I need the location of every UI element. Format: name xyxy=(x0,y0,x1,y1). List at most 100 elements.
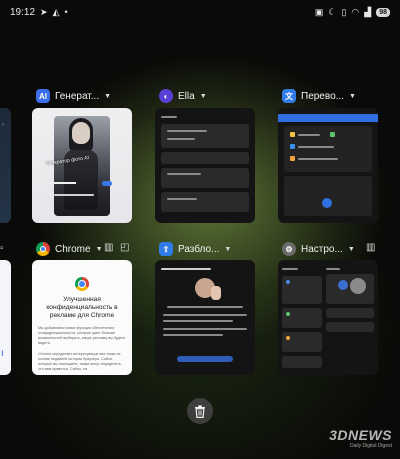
account-avatar xyxy=(338,280,348,290)
app-header-chrome[interactable]: Chrome ▼ xyxy=(36,242,103,256)
unlock-icon: ⇧ xyxy=(159,242,173,256)
preview-block xyxy=(161,192,249,212)
preview-icon xyxy=(330,132,335,137)
account-avatar xyxy=(350,278,366,294)
preview-line xyxy=(161,116,177,118)
navigation-icon: ◭ xyxy=(52,6,60,17)
preview-line xyxy=(167,198,197,200)
peek-letter: ı xyxy=(1,348,4,359)
app-name: Разбло... xyxy=(178,243,220,255)
preview-dot xyxy=(286,312,290,316)
preview-block xyxy=(326,322,374,332)
preview-block xyxy=(282,356,322,368)
app-header-translator[interactable]: 文 Перево... ▼ xyxy=(282,89,356,103)
app-header-ella[interactable]: ◐ Ella ▼ xyxy=(159,89,207,103)
chevron-down-icon[interactable]: ▼ xyxy=(96,246,103,253)
split-screen-icon[interactable]: ▥ xyxy=(366,242,375,253)
preview-line xyxy=(298,158,338,160)
preview-block xyxy=(282,332,322,352)
clear-all-button[interactable] xyxy=(187,398,213,424)
do-not-disturb-icon: ☾ xyxy=(328,6,337,17)
floating-window-icon[interactable]: ◰ xyxy=(120,242,129,253)
generator-toggle-row xyxy=(46,180,112,186)
preview-line xyxy=(326,268,340,270)
chevron-down-icon[interactable]: ▼ xyxy=(348,246,355,253)
preview-line xyxy=(298,134,320,136)
preview-line xyxy=(167,306,243,308)
preview-block xyxy=(326,308,374,318)
more-notifications-icon: • xyxy=(64,6,68,17)
chrome-paragraph-1: Мы добавляем новые функции обеспечения к… xyxy=(38,326,126,345)
recent-app-card-unlock[interactable] xyxy=(155,260,255,375)
preview-panel xyxy=(284,126,372,172)
trash-icon xyxy=(195,404,205,418)
settings-icon: ⚙ xyxy=(282,242,296,256)
preview-icon xyxy=(290,144,295,149)
app-header-unlock[interactable]: ⇧ Разбло... ▼ xyxy=(159,242,231,256)
microphone-icon xyxy=(322,198,332,208)
status-time: 19:12 xyxy=(10,6,36,18)
chrome-icon xyxy=(36,242,50,256)
watermark-brand: 3DNEWS xyxy=(329,427,392,443)
preview-line xyxy=(161,268,211,270)
recent-app-card-settings[interactable] xyxy=(278,260,378,375)
chevron-down-icon[interactable]: ▼ xyxy=(349,93,356,100)
preview-blue-bar xyxy=(278,114,378,122)
ella-icon: ◐ xyxy=(159,89,173,103)
preview-dot xyxy=(286,336,290,340)
recent-app-card-translator[interactable] xyxy=(278,108,378,223)
toggle-switch[interactable] xyxy=(102,180,112,186)
watermark: 3DNEWS Daily Digital Digest xyxy=(329,427,392,449)
app-header-generator[interactable]: AI Генерат... ▼ xyxy=(36,89,111,103)
preview-line xyxy=(167,138,195,140)
preview-block xyxy=(161,124,249,148)
ai-generator-icon: AI xyxy=(36,89,50,103)
preview-block xyxy=(161,168,249,188)
chrome-logo-icon xyxy=(75,277,89,291)
app-name: Перево... xyxy=(301,90,344,102)
recent-app-card-ella[interactable] xyxy=(155,108,255,223)
preview-line xyxy=(163,334,223,336)
peek-split-icon[interactable]: ▫ xyxy=(0,243,4,254)
generator-subline xyxy=(54,194,94,196)
app-name: Chrome xyxy=(55,243,91,255)
chevron-down-icon[interactable]: ▼ xyxy=(200,93,207,100)
preview-block xyxy=(161,152,249,164)
recent-app-card-peek-bottom[interactable]: ı xyxy=(0,260,11,375)
app-name: Ella xyxy=(178,90,195,102)
app-header-settings[interactable]: ⚙ Настро... ▼ xyxy=(282,242,355,256)
preview-dot xyxy=(286,280,290,284)
preview-button xyxy=(177,356,233,362)
recent-app-card-chrome[interactable]: Улучшенная конфиденциальность в рекламе … xyxy=(32,260,132,375)
preview-block xyxy=(282,308,322,328)
preview-line xyxy=(163,320,233,322)
chrome-paragraph-2: Chrome определяет интересующие вас темы … xyxy=(38,352,122,371)
vibrate-icon: ▯ xyxy=(341,6,347,17)
peek-arrow-icon: › xyxy=(2,122,4,128)
photo-face xyxy=(72,122,90,144)
recent-app-card-peek-top[interactable]: › xyxy=(0,108,11,223)
preview-line xyxy=(282,268,298,270)
app-name: Настро... xyxy=(301,243,343,255)
signal-icon: ▟ xyxy=(364,6,372,17)
nfc-icon: ▣ xyxy=(314,6,324,17)
split-screen-icon[interactable]: ▥ xyxy=(104,242,113,253)
preview-line xyxy=(163,328,247,330)
status-right: ▣ ☾ ▯ ◠ ▟ 98 xyxy=(314,6,390,17)
status-bar: 19:12 ➤ ◭ • ▣ ☾ ▯ ◠ ▟ 98 xyxy=(0,0,400,24)
hand-illustration xyxy=(211,286,221,300)
wifi-icon: ◠ xyxy=(351,6,360,17)
preview-line xyxy=(167,130,207,132)
chevron-down-icon[interactable]: ▼ xyxy=(104,93,111,100)
telegram-icon: ➤ xyxy=(40,6,48,17)
preview-icon xyxy=(290,132,295,137)
preview-line xyxy=(163,314,247,316)
preview-line xyxy=(298,146,334,148)
battery-indicator: 98 xyxy=(376,7,390,17)
preview-line xyxy=(167,173,201,175)
translator-icon: 文 xyxy=(282,89,296,103)
chevron-down-icon[interactable]: ▼ xyxy=(224,246,231,253)
preview-panel xyxy=(284,176,372,216)
recent-app-card-generator[interactable]: Генератор фото AI xyxy=(32,108,132,223)
preview-icon xyxy=(290,156,295,161)
